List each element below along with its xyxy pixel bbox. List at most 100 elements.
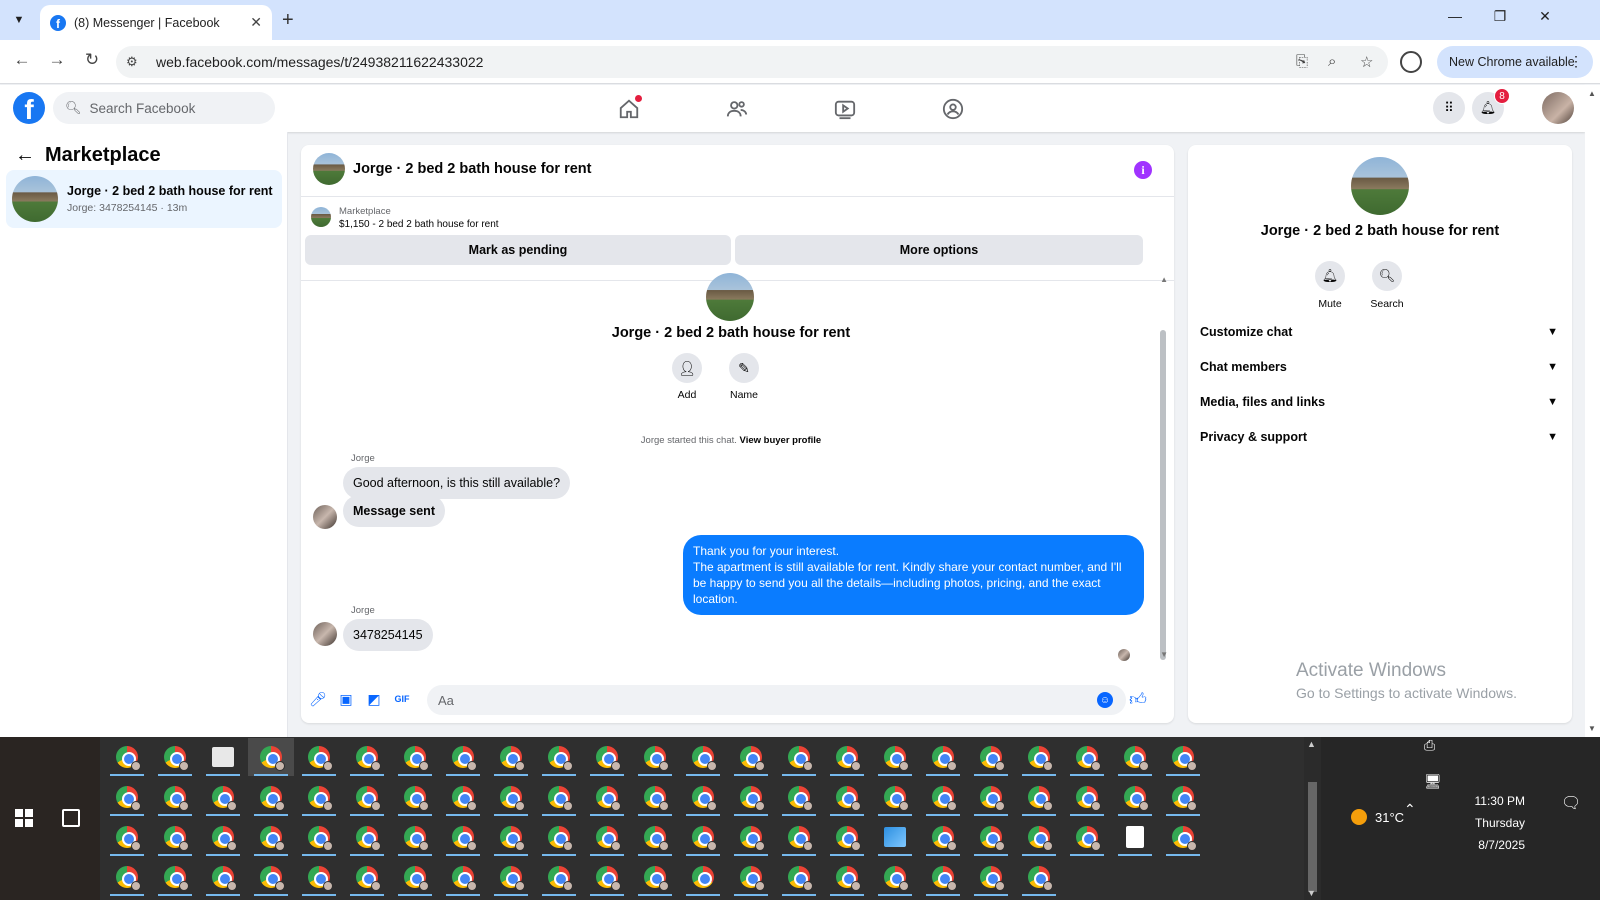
chrome-taskbar-button[interactable] — [296, 858, 342, 896]
media-files-links-section[interactable]: Media, files and links ▼ — [1200, 387, 1558, 417]
chrome-taskbar-button[interactable] — [536, 858, 582, 896]
chat-members-section[interactable]: Chat members ▼ — [1200, 352, 1558, 382]
chrome-profile-icon[interactable] — [1400, 51, 1422, 73]
chrome-taskbar-button[interactable] — [968, 738, 1014, 776]
chrome-taskbar-button[interactable] — [584, 738, 630, 776]
chrome-taskbar-button[interactable] — [200, 858, 246, 896]
emoji-icon[interactable]: ☺ — [1097, 692, 1113, 708]
chrome-taskbar-button[interactable] — [536, 738, 582, 776]
network-icon[interactable]: 🖥︎ — [1424, 773, 1442, 790]
chrome-taskbar-button[interactable] — [968, 858, 1014, 896]
chrome-taskbar-button[interactable] — [440, 778, 486, 816]
chrome-taskbar-button[interactable] — [104, 858, 150, 896]
chrome-taskbar-button[interactable] — [296, 738, 342, 776]
gif-icon[interactable]: GIF — [393, 690, 411, 708]
address-bar[interactable]: ⚙ web.facebook.com/messages/t/2493821162… — [116, 46, 1388, 78]
chrome-taskbar-button[interactable] — [776, 778, 822, 816]
chrome-taskbar-button[interactable] — [824, 858, 870, 896]
chrome-taskbar-button[interactable] — [776, 818, 822, 856]
chrome-taskbar-button[interactable] — [392, 778, 438, 816]
chrome-taskbar-button[interactable] — [680, 738, 726, 776]
forward-button[interactable]: → — [45, 50, 69, 70]
groups-nav-icon[interactable] — [938, 95, 968, 123]
view-buyer-profile-link[interactable]: View buyer profile — [740, 435, 822, 446]
tab-close-icon[interactable]: ✕ — [250, 14, 262, 31]
chrome-taskbar-button[interactable] — [632, 818, 678, 856]
mark-as-pending-button[interactable]: Mark as pending — [305, 235, 731, 265]
bookmark-star-icon[interactable]: ☆ — [1360, 53, 1373, 71]
install-app-icon[interactable]: ⎘ — [1296, 53, 1308, 70]
chrome-taskbar-button[interactable] — [872, 738, 918, 776]
chrome-taskbar-button[interactable] — [824, 738, 870, 776]
restore-button[interactable]: ❐ — [1485, 8, 1515, 25]
chrome-taskbar-button[interactable] — [728, 818, 774, 856]
page-scroll-up-arrow[interactable]: ▲ — [1588, 89, 1596, 98]
reload-button[interactable]: ↻ — [80, 50, 104, 70]
info-icon[interactable]: i — [1134, 161, 1152, 179]
task-view-icon[interactable] — [62, 809, 80, 827]
facebook-search-input[interactable] — [89, 100, 260, 116]
zoom-icon[interactable]: ⌕ — [1328, 53, 1336, 70]
chrome-taskbar-button[interactable] — [392, 818, 438, 856]
chrome-taskbar-button[interactable] — [296, 778, 342, 816]
chrome-taskbar-button[interactable] — [488, 778, 534, 816]
chrome-taskbar-button[interactable] — [824, 818, 870, 856]
chrome-taskbar-button[interactable] — [968, 818, 1014, 856]
home-nav-icon[interactable] — [614, 95, 644, 123]
menu-grid-button[interactable]: ⠿ — [1433, 92, 1465, 124]
chrome-taskbar-button[interactable] — [632, 738, 678, 776]
page-scrollbar[interactable]: ▲ ▼ — [1585, 85, 1600, 737]
chrome-taskbar-button[interactable] — [1016, 778, 1062, 816]
sender-avatar[interactable] — [313, 622, 337, 646]
chrome-taskbar-button[interactable] — [728, 738, 774, 776]
chrome-taskbar-button[interactable] — [1016, 738, 1062, 776]
new-chrome-available-button[interactable]: New Chrome available ⋮ — [1437, 46, 1593, 78]
chrome-taskbar-button[interactable] — [920, 858, 966, 896]
taskbar-scroll-up-arrow[interactable]: ▲ — [1307, 739, 1316, 749]
chrome-taskbar-button[interactable] — [1016, 818, 1062, 856]
chrome-taskbar-button[interactable] — [872, 858, 918, 896]
close-window-button[interactable]: ✕ — [1530, 8, 1560, 25]
new-tab-button[interactable]: + — [282, 9, 294, 32]
plain-taskbar-button[interactable] — [680, 858, 726, 896]
chrome-taskbar-button[interactable] — [1112, 778, 1158, 816]
chrome-taskbar-button[interactable] — [248, 738, 294, 776]
conversation-thumbnail[interactable] — [313, 153, 345, 185]
chrome-taskbar-button[interactable] — [200, 778, 246, 816]
chrome-taskbar-button[interactable] — [920, 738, 966, 776]
chrome-taskbar-button[interactable] — [152, 858, 198, 896]
incoming-message[interactable]: 3478254145 — [343, 619, 433, 651]
chrome-taskbar-button[interactable] — [200, 818, 246, 856]
show-hidden-icons-chevron-icon[interactable]: ⌃ — [1404, 801, 1416, 818]
listing-description[interactable]: $1,150 - 2 bed 2 bath house for rent — [339, 219, 499, 230]
watch-nav-icon[interactable] — [830, 95, 860, 123]
chrome-taskbar-button[interactable] — [584, 858, 630, 896]
chrome-taskbar-button[interactable] — [104, 778, 150, 816]
chrome-taskbar-button[interactable] — [824, 778, 870, 816]
more-options-button[interactable]: More options — [735, 235, 1143, 265]
chrome-taskbar-button[interactable] — [1112, 738, 1158, 776]
chrome-taskbar-button[interactable] — [344, 858, 390, 896]
chrome-taskbar-button[interactable] — [248, 858, 294, 896]
chrome-taskbar-button[interactable] — [488, 818, 534, 856]
chrome-taskbar-button[interactable] — [152, 778, 198, 816]
page-scroll-down-arrow[interactable]: ▼ — [1588, 724, 1596, 733]
chrome-taskbar-button[interactable] — [1160, 778, 1206, 816]
chrome-taskbar-button[interactable] — [728, 778, 774, 816]
chrome-taskbar-button[interactable] — [104, 738, 150, 776]
chrome-taskbar-button[interactable] — [776, 738, 822, 776]
minimize-button[interactable]: — — [1440, 8, 1470, 24]
windows-start-icon[interactable] — [15, 809, 33, 827]
photo-icon[interactable]: ▣ — [337, 690, 355, 708]
chat-list-item[interactable]: Jorge · 2 bed 2 bath house for rent Jorg… — [6, 170, 282, 228]
chrome-taskbar-button[interactable] — [776, 858, 822, 896]
chrome-taskbar-button[interactable] — [488, 738, 534, 776]
notifications-button[interactable]: 🔔︎ 8 — [1472, 88, 1510, 124]
chrome-taskbar-button[interactable] — [680, 778, 726, 816]
chrome-taskbar-button[interactable] — [1016, 858, 1062, 896]
tab-search-button[interactable]: ▼ — [6, 8, 32, 32]
chrome-taskbar-button[interactable] — [248, 818, 294, 856]
chrome-taskbar-button[interactable] — [296, 818, 342, 856]
scrollbar-thumb[interactable] — [1160, 330, 1166, 660]
chrome-taskbar-button[interactable] — [920, 778, 966, 816]
